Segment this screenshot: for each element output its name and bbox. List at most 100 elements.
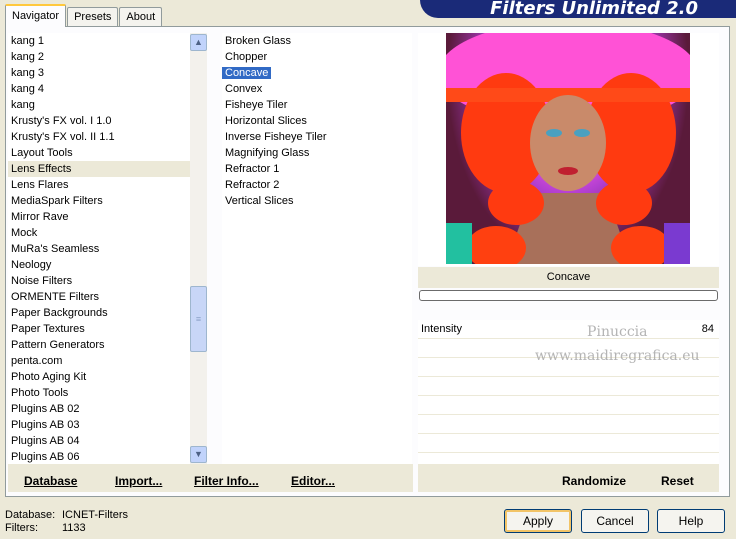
empty-control-row — [418, 396, 719, 415]
tab-about[interactable]: About — [119, 7, 163, 26]
empty-control-row — [418, 415, 719, 434]
category-item[interactable]: kang 1 — [8, 33, 191, 49]
filter-item[interactable]: Horizontal Slices — [222, 113, 412, 129]
category-list[interactable]: kang 1 kang 2 kang 3 kang 4 kang Krusty's FX … — [8, 33, 191, 464]
category-item-label: Krusty's FX vol. II 1.1 — [11, 131, 115, 143]
category-item[interactable]: Mirror Rave — [8, 209, 191, 225]
database-button[interactable]: Database — [24, 474, 77, 488]
category-item-label: kang 1 — [11, 35, 45, 47]
category-item[interactable]: kang 4 — [8, 81, 191, 97]
category-item-label: kang — [11, 99, 35, 111]
help-button[interactable]: Help — [657, 509, 725, 533]
filter-info-button[interactable]: Filter Info... — [194, 474, 259, 488]
filter-list[interactable]: Broken Glass Chopper Concave Convex Fisheye … — [222, 33, 412, 464]
watermark-name: Pinuccia — [587, 324, 648, 340]
category-item[interactable]: Neology — [8, 257, 191, 273]
empty-control-row — [418, 434, 719, 453]
category-item-label: Lens Flares — [11, 179, 69, 191]
category-item[interactable]: Photo Tools — [8, 385, 191, 401]
filter-item-label: Horizontal Slices — [225, 115, 307, 127]
tab-strip: Navigator Presets About — [5, 4, 163, 27]
tab-navigator[interactable]: Navigator — [5, 4, 67, 27]
category-item-label: Krusty's FX vol. I 1.0 — [11, 115, 112, 127]
category-item[interactable]: MediaSpark Filters — [8, 193, 191, 209]
scrollbar-thumb[interactable]: ≡ — [190, 286, 207, 352]
category-item[interactable]: Lens Flares — [8, 177, 191, 193]
filter-item[interactable]: Convex — [222, 81, 412, 97]
app-banner-title: Filters Unlimited 2.0 — [420, 0, 736, 18]
preview-image — [446, 33, 690, 264]
import-button[interactable]: Import... — [115, 474, 162, 488]
category-item-label: ORMENTE Filters — [11, 291, 99, 303]
filter-item-label: Refractor 2 — [225, 179, 280, 191]
category-item-label: Layout Tools — [11, 147, 73, 159]
category-item-label: Paper Textures — [11, 323, 85, 335]
filter-item-label: Magnifying Glass — [225, 147, 310, 159]
category-item[interactable]: kang — [8, 97, 191, 113]
category-scrollbar[interactable]: ▲ ≡ ▼ — [190, 33, 207, 464]
category-item[interactable]: Krusty's FX vol. II 1.1 — [8, 129, 191, 145]
category-item-label: Plugins AB 06 — [11, 451, 80, 463]
filter-item[interactable]: Vertical Slices — [222, 193, 412, 209]
filter-item[interactable]: Concave — [222, 65, 412, 81]
category-item[interactable]: Paper Backgrounds — [8, 305, 191, 321]
category-item-label: kang 3 — [11, 67, 45, 79]
category-item[interactable]: ORMENTE Filters — [8, 289, 191, 305]
category-item[interactable]: Paper Textures — [8, 321, 191, 337]
filter-item[interactable]: Chopper — [222, 49, 412, 65]
category-item[interactable]: Plugins AB 03 — [8, 417, 191, 433]
category-item[interactable]: Krusty's FX vol. I 1.0 — [8, 113, 191, 129]
empty-control-row — [418, 377, 719, 396]
category-item-label: Pattern Generators — [11, 339, 105, 351]
filter-item-label: Inverse Fisheye Tiler — [225, 131, 327, 143]
category-item-label: MuRa's Seamless — [11, 243, 100, 255]
filter-item[interactable]: Refractor 1 — [222, 161, 412, 177]
category-item[interactable]: Lens Effects — [8, 161, 191, 177]
category-item[interactable]: kang 2 — [8, 49, 191, 65]
filter-item-label: Concave — [222, 67, 272, 79]
filter-item[interactable]: Inverse Fisheye Tiler — [222, 129, 412, 145]
filter-item-label: Convex — [225, 83, 263, 95]
category-item-label: kang 2 — [11, 51, 45, 63]
category-item[interactable]: Plugins AB 02 — [8, 401, 191, 417]
filter-item[interactable]: Magnifying Glass — [222, 145, 412, 161]
chevron-down-icon[interactable]: ▼ — [190, 446, 207, 463]
category-item[interactable]: Pattern Generators — [8, 337, 191, 353]
category-item-label: Neology — [11, 259, 52, 271]
category-item[interactable]: Plugins AB 06 — [8, 449, 191, 464]
filter-item[interactable]: Broken Glass — [222, 33, 412, 49]
category-item[interactable]: MuRa's Seamless — [8, 241, 191, 257]
filters-count: 1133 — [62, 522, 86, 534]
category-item[interactable]: Photo Aging Kit — [8, 369, 191, 385]
reset-button[interactable]: Reset — [661, 474, 694, 488]
category-item-label: Paper Backgrounds — [11, 307, 108, 319]
category-item-label: Noise Filters — [11, 275, 73, 287]
category-item-label: kang 4 — [11, 83, 45, 95]
category-item-label: Mirror Rave — [11, 211, 69, 223]
category-item[interactable]: Plugins AB 04 — [8, 433, 191, 449]
editor-button[interactable]: Editor... — [291, 474, 335, 488]
category-item[interactable]: Noise Filters — [8, 273, 191, 289]
progress-bar — [419, 290, 718, 301]
category-item[interactable]: penta.com — [8, 353, 191, 369]
filter-item[interactable]: Fisheye Tiler — [222, 97, 412, 113]
filter-item-label: Fisheye Tiler — [225, 99, 288, 111]
category-item[interactable]: kang 3 — [8, 65, 191, 81]
filter-item[interactable]: Refractor 2 — [222, 177, 412, 193]
category-item-label: Plugins AB 04 — [11, 435, 80, 447]
filter-item-label: Refractor 1 — [225, 163, 280, 175]
category-item[interactable]: Layout Tools — [8, 145, 191, 161]
cancel-button[interactable]: Cancel — [581, 509, 649, 533]
category-item-label: Plugins AB 02 — [11, 403, 80, 415]
category-item-label: Plugins AB 03 — [11, 419, 80, 431]
apply-button[interactable]: Apply — [504, 509, 572, 533]
filter-item-label: Vertical Slices — [225, 195, 294, 207]
randomize-button[interactable]: Randomize — [562, 474, 626, 488]
category-item[interactable]: Mock — [8, 225, 191, 241]
category-item-label: penta.com — [11, 355, 63, 367]
chevron-up-icon[interactable]: ▲ — [190, 34, 207, 51]
category-item-label: Photo Tools — [11, 387, 69, 399]
filters-label: Filters: — [5, 522, 38, 534]
tab-presets[interactable]: Presets — [67, 7, 119, 26]
category-item-label: MediaSpark Filters — [11, 195, 103, 207]
